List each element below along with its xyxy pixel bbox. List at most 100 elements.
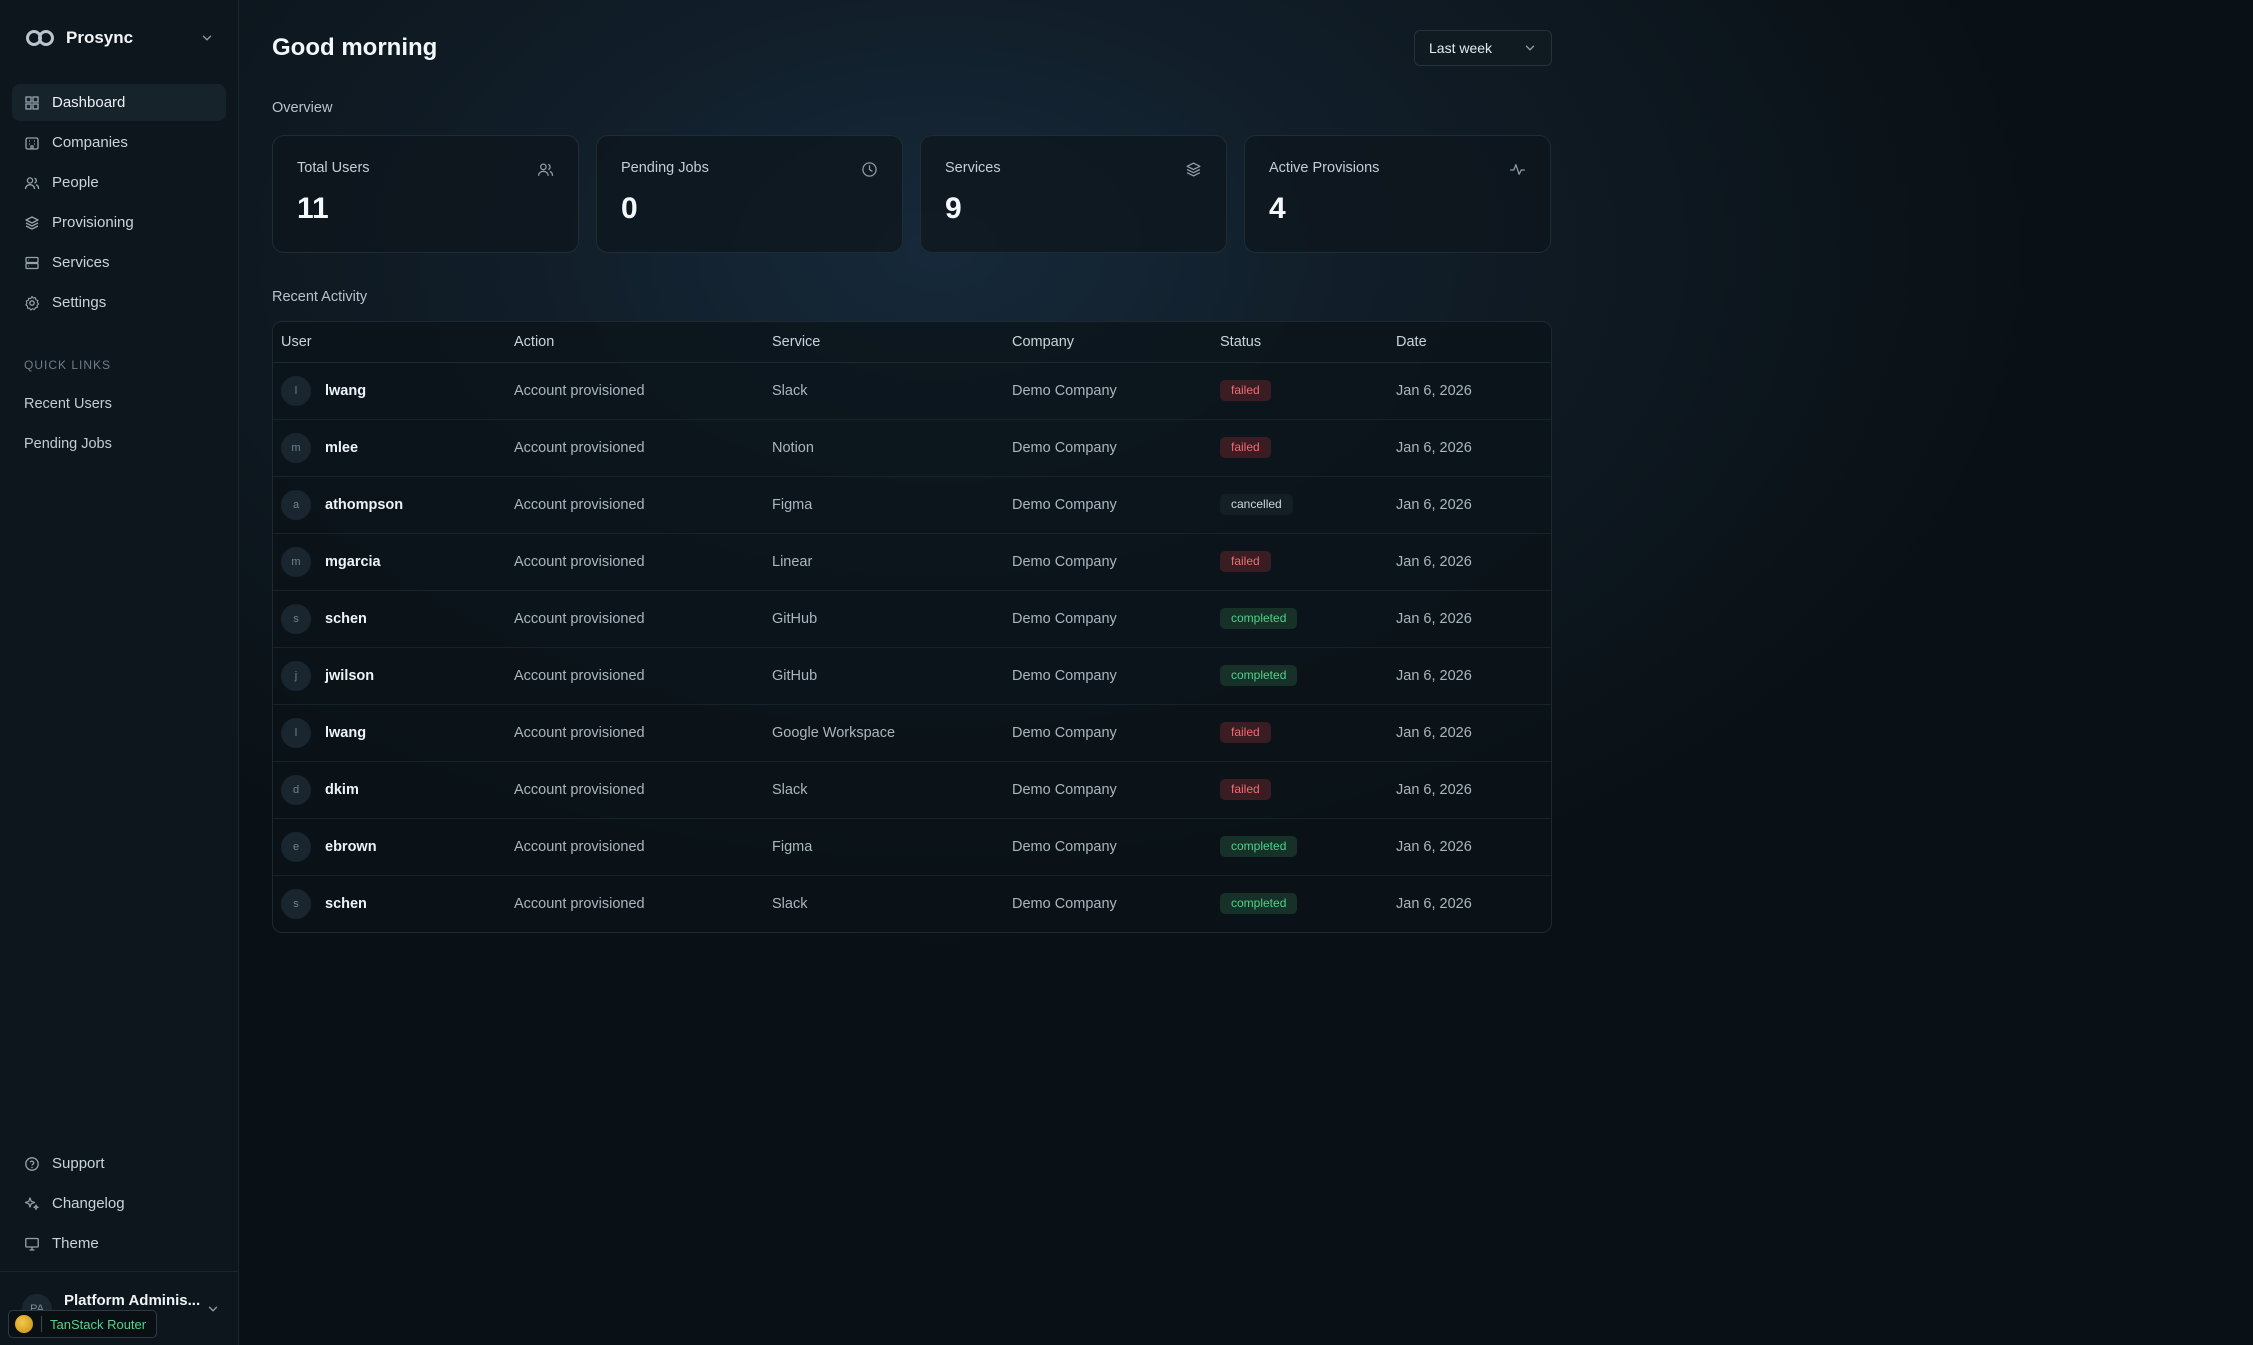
cell-service: Figma [764, 818, 1004, 876]
table-row[interactable]: a athompson Account provisioned Figma Demo C… [273, 476, 1551, 534]
sidebar-item-theme[interactable]: Theme [12, 1225, 226, 1262]
cell-status: completed [1212, 818, 1388, 876]
sidebar-item-provisioning[interactable]: Provisioning [12, 204, 226, 241]
stat-value: 9 [945, 192, 962, 225]
sidebar-item-label: People [52, 174, 99, 191]
cell-company: Demo Company [1004, 761, 1212, 819]
username[interactable]: schen [325, 611, 367, 627]
cell-company: Demo Company [1004, 362, 1212, 420]
username[interactable]: athompson [325, 497, 403, 513]
user-cell: l lwang [281, 717, 498, 748]
main-nav: Dashboard Companies People Provisioning … [0, 76, 238, 324]
cell-date: Jan 6, 2026 [1388, 818, 1551, 876]
recent-activity-heading: Recent Activity [272, 289, 368, 305]
username[interactable]: dkim [325, 782, 359, 798]
overview-heading: Overview [272, 100, 333, 116]
status-badge: failed [1220, 437, 1271, 458]
sidebar-item-services[interactable]: Services [12, 244, 226, 281]
devtools-label: TanStack Router [50, 1316, 147, 1332]
username[interactable]: schen [325, 896, 367, 912]
dashboard-icon [25, 95, 39, 110]
app-name: Prosync [66, 28, 134, 47]
table-row[interactable]: s schen Account provisioned GitHub Demo Comp… [273, 590, 1551, 648]
table-row[interactable]: j jwilson Account provisioned GitHub Demo Co… [273, 647, 1551, 705]
user-cell: l lwang [281, 375, 498, 406]
cell-company: Demo Company [1004, 533, 1212, 591]
cell-action: Account provisioned [506, 647, 764, 705]
cell-action: Account provisioned [506, 362, 764, 420]
table-row[interactable]: m mgarcia Account provisioned Linear Demo Co… [273, 533, 1551, 591]
username[interactable]: lwang [325, 383, 366, 399]
layers-icon [25, 215, 39, 230]
cell-user: m mlee [273, 419, 506, 477]
monitor-icon [25, 1237, 39, 1251]
cell-company: Demo Company [1004, 704, 1212, 762]
avatar: l [281, 717, 311, 748]
sidebar-item-dashboard[interactable]: Dashboard [12, 84, 226, 121]
cell-status: completed [1212, 590, 1388, 648]
table-row[interactable]: m mlee Account provisioned Notion Demo Compa… [273, 419, 1551, 477]
avatar: s [281, 888, 311, 919]
layers-icon [1186, 162, 1201, 177]
user-cell: d dkim [281, 774, 498, 805]
cell-action: Account provisioned [506, 761, 764, 819]
table-header-row: User Action Service Company Status Date [273, 322, 1551, 363]
status-badge: completed [1220, 608, 1298, 629]
prosync-logo-icon [26, 30, 54, 46]
user-cell: m mgarcia [281, 546, 498, 577]
cell-company: Demo Company [1004, 476, 1212, 534]
stat-card-total-users: Total Users 11 [272, 135, 579, 253]
cell-action: Account provisioned [514, 895, 645, 912]
date-range-select[interactable]: Last week [1414, 30, 1552, 66]
divider [41, 1316, 42, 1332]
chevron-down-icon [1525, 45, 1535, 51]
sidebar-item-people[interactable]: People [12, 164, 226, 201]
recent-activity-table: User Action Service Company Status Date … [272, 321, 1552, 933]
sidebar-item-settings[interactable]: Settings [12, 284, 226, 321]
sidebar-item-label: Provisioning [52, 214, 134, 231]
date-range-value: Last week [1429, 40, 1493, 56]
cell-date: Jan 6, 2026 [1396, 895, 1472, 912]
sidebar-item-label: Services [52, 254, 110, 271]
cell-date: Jan 6, 2026 [1388, 590, 1551, 648]
workspace-switcher[interactable]: Prosync [0, 0, 238, 76]
avatar: d [281, 774, 311, 805]
users-icon [24, 176, 40, 189]
table-row[interactable]: s schen Account provisioned Slack Demo Compa… [273, 875, 1551, 932]
stat-value: 0 [621, 192, 638, 225]
table-row[interactable]: d dkim Account provisioned Slack Demo Compan… [273, 761, 1551, 819]
cell-company: Demo Company [1004, 818, 1212, 876]
cell-service: Google Workspace [764, 704, 1004, 762]
sidebar-item-label: Support [52, 1155, 105, 1172]
tanstack-devtools-button[interactable]: TanStack Router [8, 1310, 158, 1338]
table-row[interactable]: l lwang Account provisioned Google Workspac… [273, 704, 1551, 762]
username[interactable]: mlee [325, 440, 358, 456]
sidebar-item-support[interactable]: Support [12, 1145, 226, 1182]
table-row[interactable]: l lwang Account provisioned Slack Demo Compa… [273, 362, 1551, 420]
column-header-company: Company [1004, 322, 1212, 363]
user-cell: s schen [281, 888, 498, 919]
cell-service: Notion [764, 419, 1004, 477]
table-row[interactable]: e ebrown Account provisioned Figma Demo Comp… [273, 818, 1551, 876]
column-header-action: Action [506, 322, 764, 363]
cell-date: Jan 6, 2026 [1388, 704, 1551, 762]
cell-service: GitHub [764, 647, 1004, 705]
quick-link-pending-jobs[interactable]: Pending Jobs [0, 424, 238, 464]
sidebar-item-label: Settings [52, 294, 107, 311]
quick-link-recent-users[interactable]: Recent Users [0, 384, 238, 424]
username[interactable]: jwilson [325, 668, 374, 684]
cell-company: Demo Company [1004, 647, 1212, 705]
stat-value: 11 [297, 192, 329, 225]
username[interactable]: mgarcia [325, 554, 381, 570]
username[interactable]: lwang [325, 725, 366, 741]
sidebar-item-companies[interactable]: Companies [12, 124, 226, 161]
column-header-service: Service [764, 322, 1004, 363]
status-badge: cancelled [1220, 494, 1293, 515]
cell-service: Slack [764, 362, 1004, 420]
cell-status: completed [1212, 647, 1388, 705]
status-badge: completed [1220, 836, 1298, 857]
username[interactable]: ebrown [325, 839, 377, 855]
user-name: Platform Adminis... [64, 1291, 201, 1309]
avatar: l [281, 375, 311, 406]
sidebar-item-changelog[interactable]: Changelog [12, 1185, 226, 1222]
